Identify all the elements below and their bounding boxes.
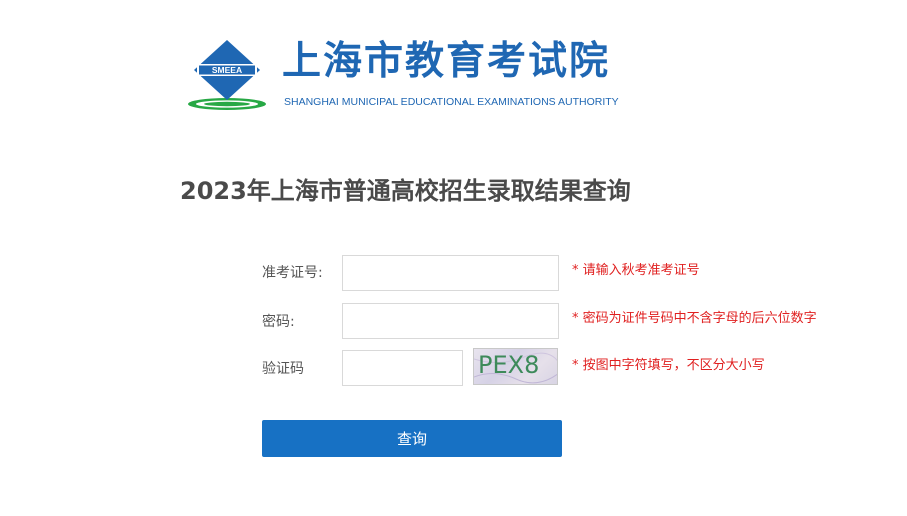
captcha-input[interactable]: [342, 350, 463, 386]
captcha-hint: * 按图中字符填写，不区分大小写: [572, 358, 765, 373]
captcha-image[interactable]: PEX8: [473, 348, 558, 385]
exam-id-input[interactable]: [342, 255, 559, 291]
exam-id-label: 准考证号:: [262, 265, 323, 281]
logo-badge-text: SMEEA: [212, 65, 242, 75]
smeea-logo-icon: SMEEA: [188, 40, 266, 110]
password-hint: * 密码为证件号码中不含字母的后六位数字: [572, 311, 817, 326]
org-name: 上海市教育考试院: [282, 39, 611, 84]
password-input[interactable]: [342, 303, 559, 339]
captcha-text: PEX8: [478, 351, 540, 379]
query-button[interactable]: 查询: [262, 420, 562, 457]
exam-id-hint: * 请输入秋考准考证号: [572, 263, 700, 278]
captcha-label: 验证码: [262, 361, 304, 377]
password-label: 密码:: [262, 314, 295, 330]
page-title: 2023年上海市普通高校招生录取结果查询: [180, 177, 631, 205]
org-name-en: SHANGHAI MUNICIPAL EDUCATIONAL EXAMINATI…: [284, 96, 619, 108]
